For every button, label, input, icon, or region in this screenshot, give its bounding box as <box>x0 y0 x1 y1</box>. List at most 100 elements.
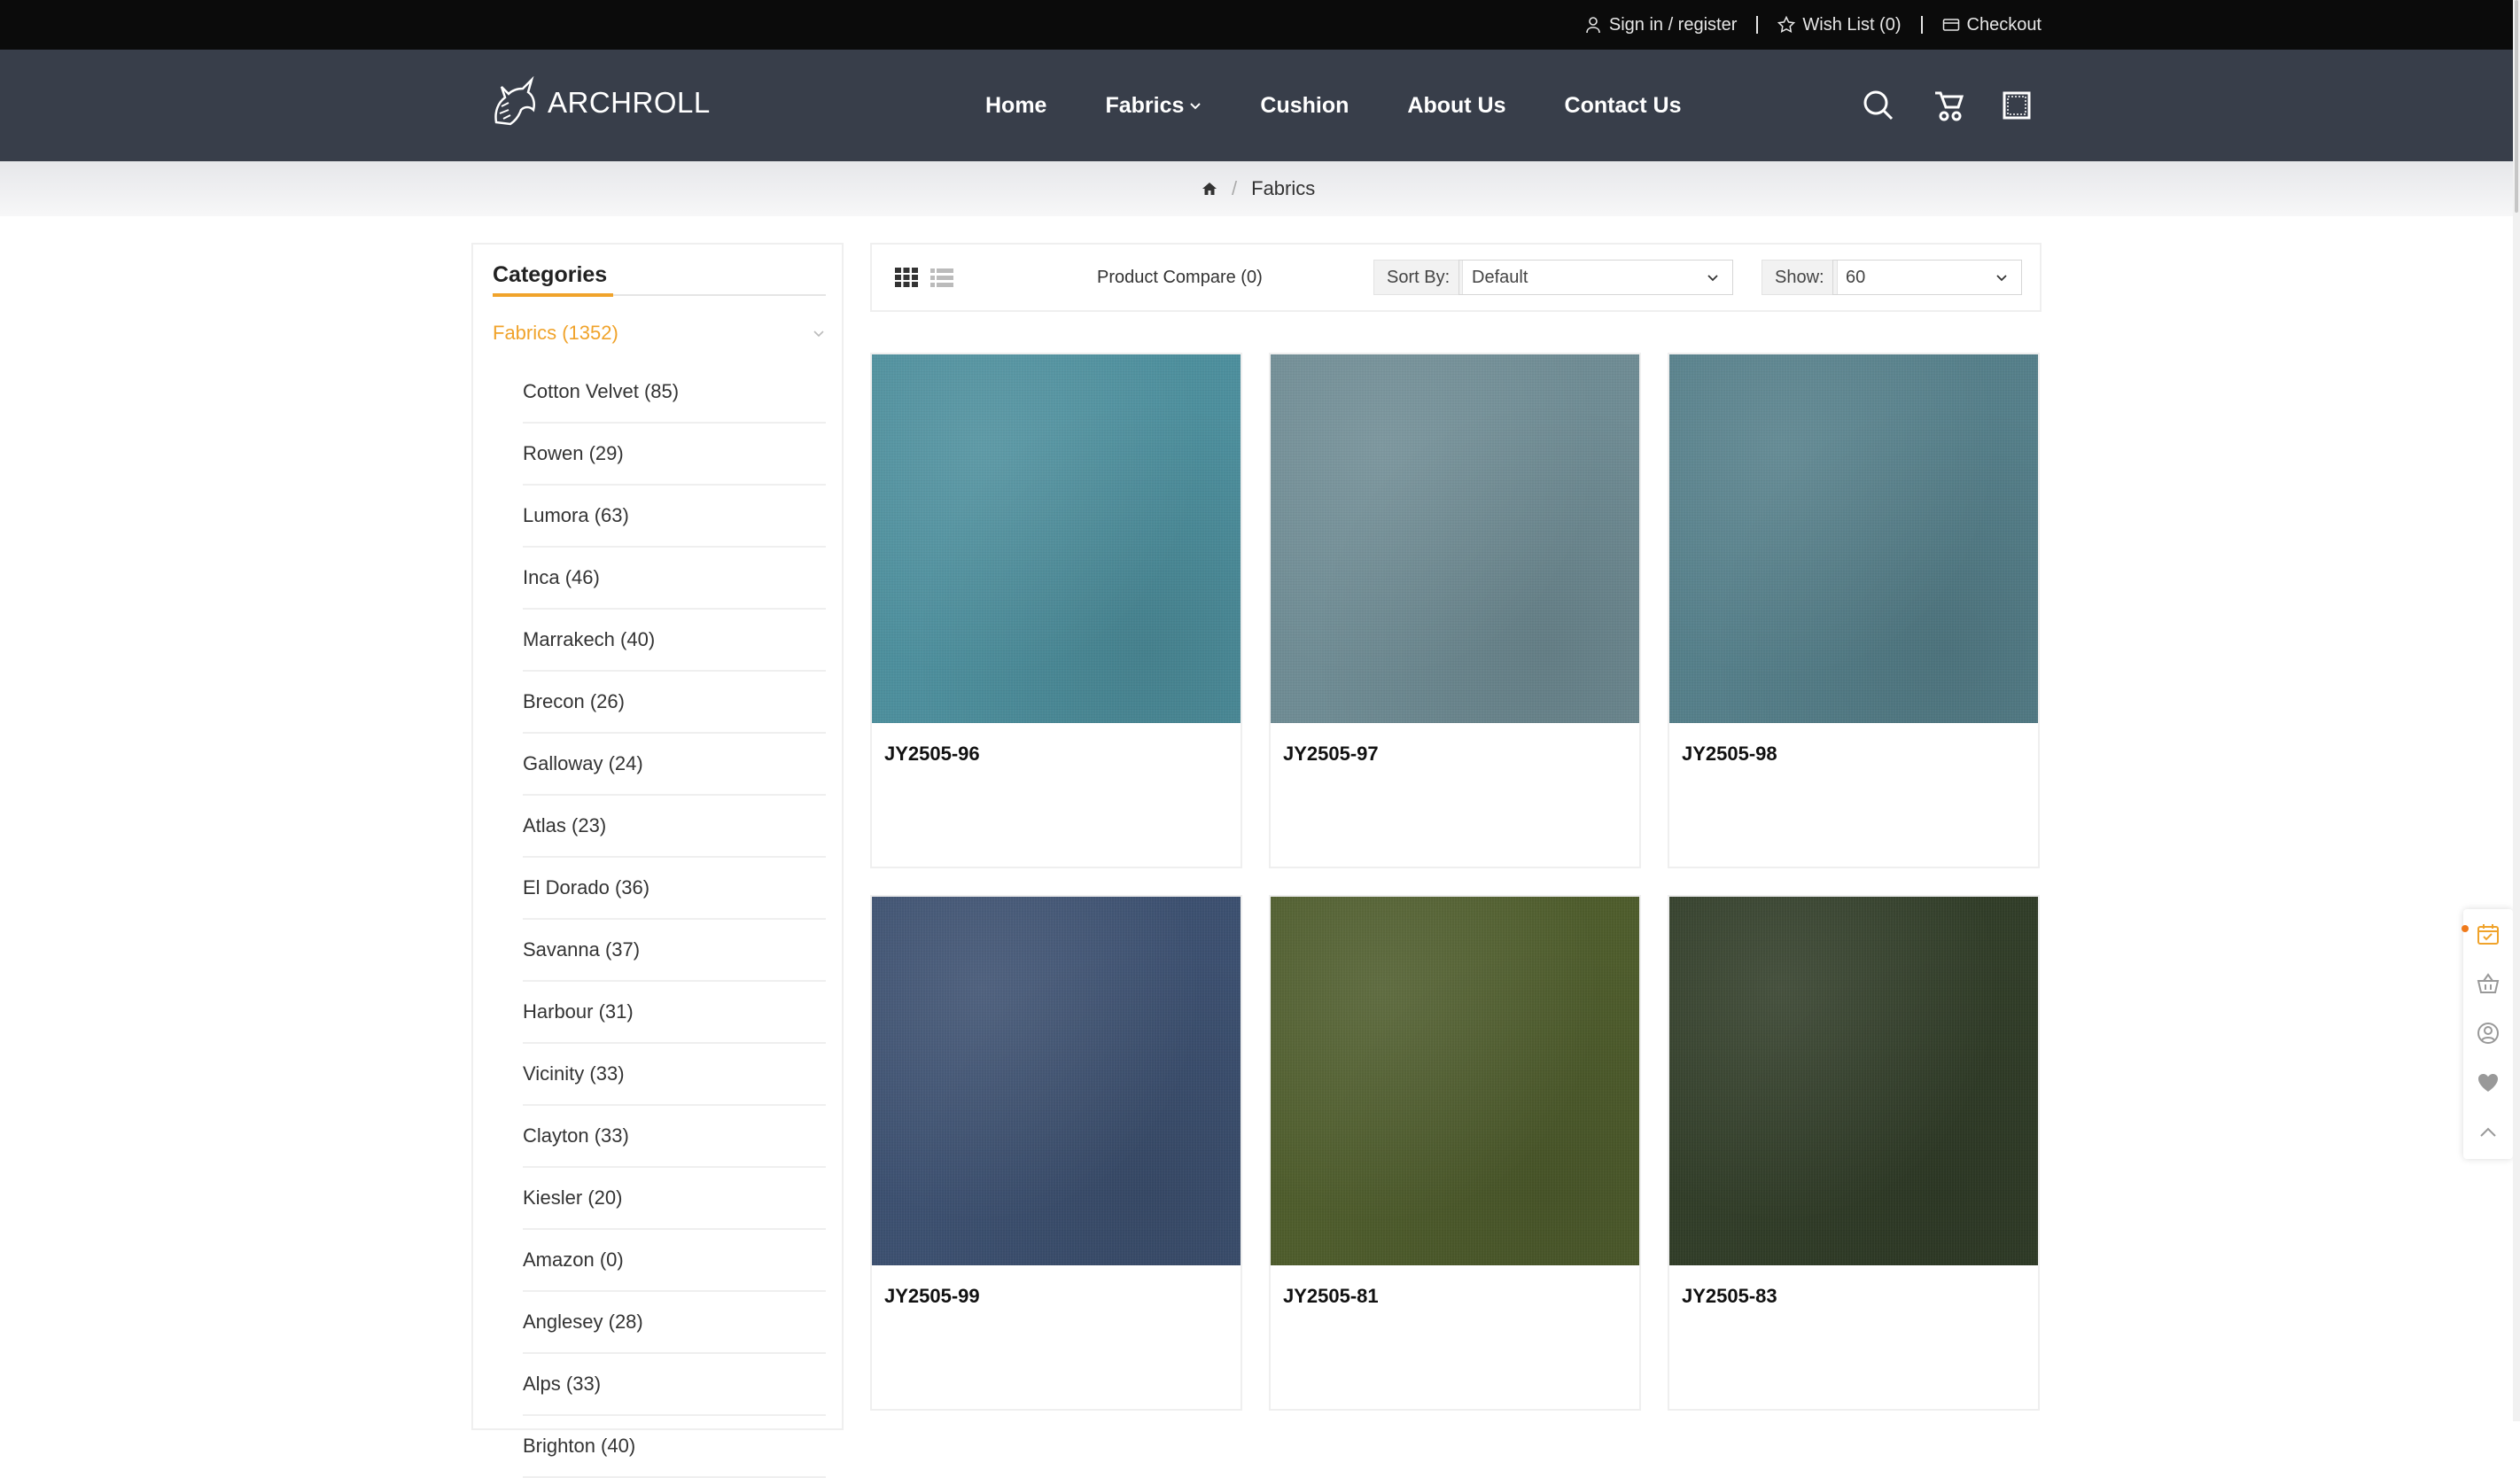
product-name[interactable]: JY2505-97 <box>1283 743 1379 766</box>
grid-view-icon[interactable] <box>895 268 918 287</box>
product-card[interactable]: JY2505-96 <box>870 353 1242 868</box>
checkout-link[interactable]: Checkout <box>1942 15 2042 35</box>
sidebar-item[interactable]: Kiesler (20) <box>523 1168 826 1230</box>
breadcrumb-band: / Fabrics <box>0 161 2520 216</box>
sidebar-item[interactable]: El Dorado (36) <box>523 858 826 920</box>
sort-select[interactable]: Default <box>1458 260 1733 295</box>
sidebar-item-label: Clayton (33) <box>523 1124 629 1147</box>
product-image[interactable] <box>872 897 1241 1265</box>
sidebar-item[interactable]: Alps (33) <box>523 1354 826 1416</box>
product-image[interactable] <box>1271 354 1639 723</box>
nav-contact-label: Contact Us <box>1564 92 1682 118</box>
user-icon <box>1586 17 1600 34</box>
sidebar-item-fabrics[interactable]: Fabrics (1352) <box>493 315 826 351</box>
signin-link[interactable]: Sign in / register <box>1584 14 1738 35</box>
sidebar-item-label: Cotton Velvet (85) <box>523 380 680 402</box>
nav-fabrics[interactable]: Fabrics <box>1105 93 1202 119</box>
product-card[interactable]: JY2505-81 <box>1269 895 1641 1411</box>
sidebar-item[interactable]: Brecon (26) <box>523 672 826 734</box>
sort-value: Default <box>1472 267 1528 287</box>
chevron-down-icon <box>1707 275 1718 282</box>
show-label: Show: <box>1762 260 1838 295</box>
breadcrumb-separator: / <box>1232 177 1238 199</box>
sidebar-item[interactable]: Lumora (63) <box>523 486 826 548</box>
back-to-top-icon[interactable] <box>2476 1120 2501 1145</box>
sidebar-item-label: Amazon (0) <box>523 1249 624 1271</box>
sidebar-item[interactable]: Inca (46) <box>523 548 826 610</box>
show-select[interactable]: 60 <box>1832 260 2022 295</box>
scrollbar-track[interactable] <box>2513 0 2520 1421</box>
sidebar-title-accent <box>493 293 613 297</box>
product-name[interactable]: JY2505-81 <box>1283 1285 1379 1308</box>
sidebar-active-label: Fabrics (1352) <box>493 322 618 344</box>
product-image[interactable] <box>1669 897 2038 1265</box>
home-icon[interactable] <box>1202 181 1217 197</box>
nav-home-label: Home <box>985 92 1047 118</box>
sidebar-item[interactable]: Brighton (40) <box>523 1416 826 1478</box>
product-card[interactable]: JY2505-97 <box>1269 353 1641 868</box>
main-menu: Home Fabrics Cushion About Us Contact Us <box>985 50 1739 161</box>
sidebar-item[interactable]: Marrakech (40) <box>523 610 826 672</box>
star-icon <box>1777 16 1796 33</box>
sidebar-item-label: Marrakech (40) <box>523 628 656 650</box>
logo-text: ARCHROLL <box>548 86 711 119</box>
product-image[interactable] <box>872 354 1241 723</box>
sidebar-item-label: Savanna (37) <box>523 938 641 961</box>
product-card[interactable]: JY2505-99 <box>870 895 1242 1411</box>
sidebar-item[interactable]: Rowen (29) <box>523 424 826 486</box>
sidebar-item[interactable]: Harbour (31) <box>523 982 826 1044</box>
sidebar-item[interactable]: Atlas (23) <box>523 796 826 858</box>
sidebar-item[interactable]: Galloway (24) <box>523 734 826 796</box>
cart-icon[interactable] <box>1930 88 1965 123</box>
chevron-down-icon[interactable] <box>812 326 826 340</box>
list-view-icon[interactable] <box>930 268 953 287</box>
nav-home[interactable]: Home <box>985 93 1046 119</box>
product-name[interactable]: JY2505-83 <box>1682 1285 1777 1308</box>
product-card[interactable]: JY2505-98 <box>1668 353 2040 868</box>
category-sidebar: Categories Fabrics (1352) Cotton Velvet … <box>471 243 844 1478</box>
sidebar-item[interactable]: Cotton Velvet (85) <box>523 362 826 424</box>
product-compare-link[interactable]: Product Compare (0) <box>1097 245 1263 310</box>
sidebar-item[interactable]: Vicinity (33) <box>523 1044 826 1106</box>
nav-about-label: About Us <box>1407 92 1506 118</box>
nav-cushion[interactable]: Cushion <box>1260 93 1349 119</box>
checkout-label: Checkout <box>1966 14 2042 35</box>
product-image[interactable] <box>1669 354 2038 723</box>
sidebar-item-label: Inca (46) <box>523 566 600 588</box>
product-card[interactable]: JY2505-83 <box>1668 895 2040 1411</box>
nav-contact[interactable]: Contact Us <box>1565 93 1682 119</box>
product-name[interactable]: JY2505-99 <box>884 1285 980 1308</box>
sidebar-item[interactable]: Anglesey (28) <box>523 1292 826 1354</box>
sidebar-item-label: El Dorado (36) <box>523 876 650 898</box>
logo[interactable]: ARCHROLL <box>489 76 711 129</box>
calendar-check-icon[interactable] <box>2476 922 2501 946</box>
sidebar-item-label: Lumora (63) <box>523 504 629 526</box>
main-nav: ARCHROLL Home Fabrics Cushion About Us C… <box>0 50 2520 161</box>
nav-about[interactable]: About Us <box>1407 93 1505 119</box>
sidebar-item[interactable]: Savanna (37) <box>523 920 826 982</box>
divider <box>1920 16 1923 34</box>
chevron-down-icon <box>1190 103 1202 110</box>
account-icon[interactable] <box>2476 1021 2501 1046</box>
product-name[interactable]: JY2505-98 <box>1682 743 1777 766</box>
search-icon[interactable] <box>1861 88 1896 123</box>
sidebar-item[interactable]: Clayton (33) <box>523 1106 826 1168</box>
sidebar-item-label: Galloway (24) <box>523 752 643 774</box>
basket-icon[interactable] <box>2476 971 2501 996</box>
signin-label: Sign in / register <box>1608 14 1738 35</box>
show-value: 60 <box>1846 267 1866 287</box>
product-image[interactable] <box>1271 897 1639 1265</box>
sidebar-item-label: Atlas (23) <box>523 814 607 836</box>
scrollbar-thumb[interactable] <box>2515 0 2518 213</box>
sidebar-item[interactable]: Amazon (0) <box>523 1230 826 1292</box>
product-name[interactable]: JY2505-96 <box>884 743 980 766</box>
unicorn-logo-icon <box>494 76 535 126</box>
wishlist-label: Wish List (0) <box>1802 14 1902 35</box>
sidebar-item-label: Rowen (29) <box>523 442 624 464</box>
wishlist-link[interactable]: Wish List (0) <box>1777 14 1902 35</box>
card-icon <box>1942 19 1959 31</box>
breadcrumb: / Fabrics <box>1202 161 1315 216</box>
sidebar-item-label: Harbour (31) <box>523 1000 634 1023</box>
compare-icon[interactable] <box>1999 88 2034 123</box>
heart-icon[interactable] <box>2476 1070 2501 1095</box>
